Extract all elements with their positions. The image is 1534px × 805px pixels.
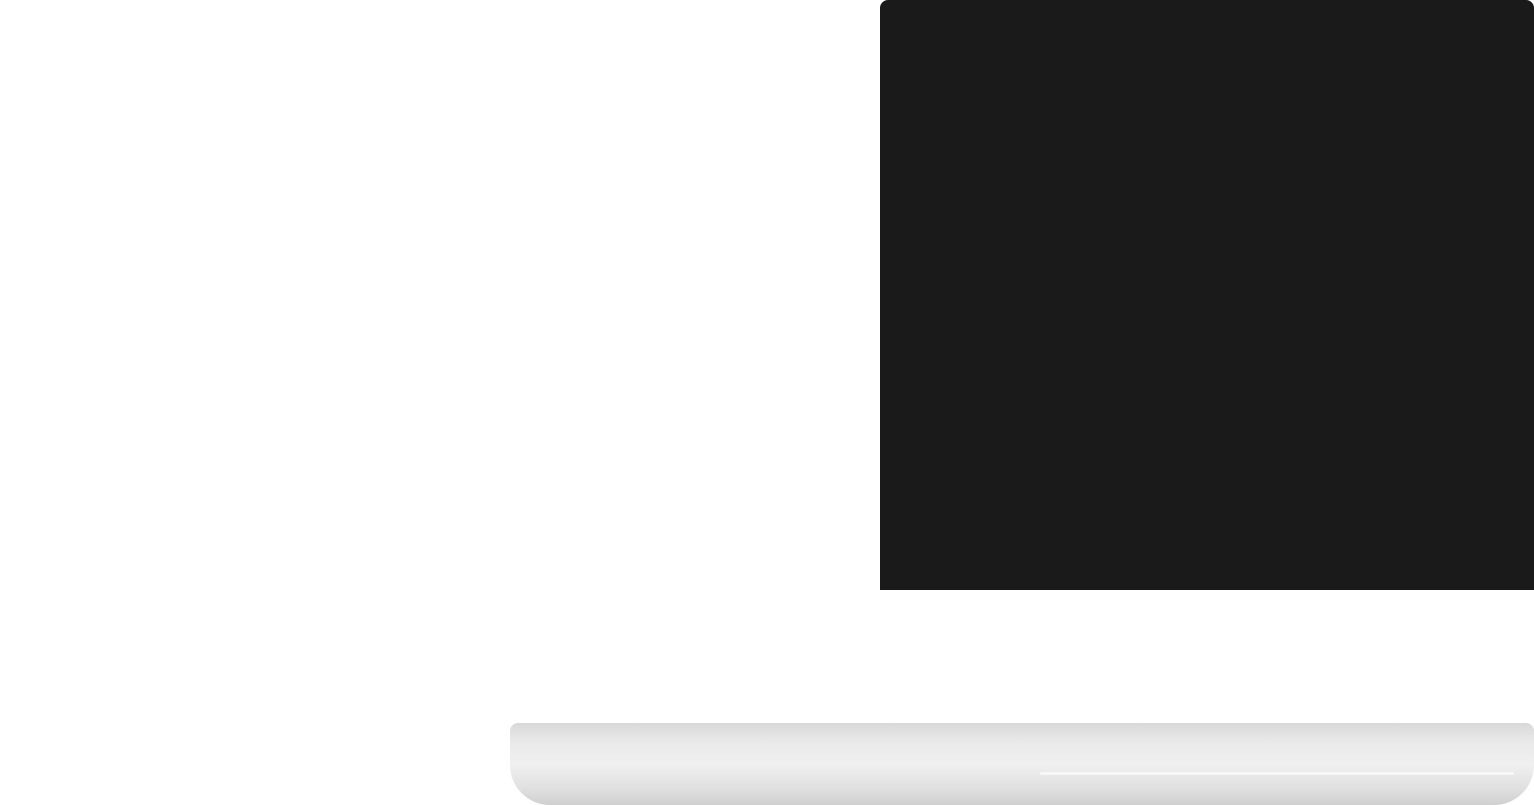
laptop-screen-bezel: Tasks Feel blue Feel red Feel yellow Fee… bbox=[880, 0, 1534, 590]
laptop-stand-highlight bbox=[1040, 772, 1514, 775]
laptop-stand bbox=[510, 723, 1534, 805]
white-background bbox=[0, 0, 880, 805]
